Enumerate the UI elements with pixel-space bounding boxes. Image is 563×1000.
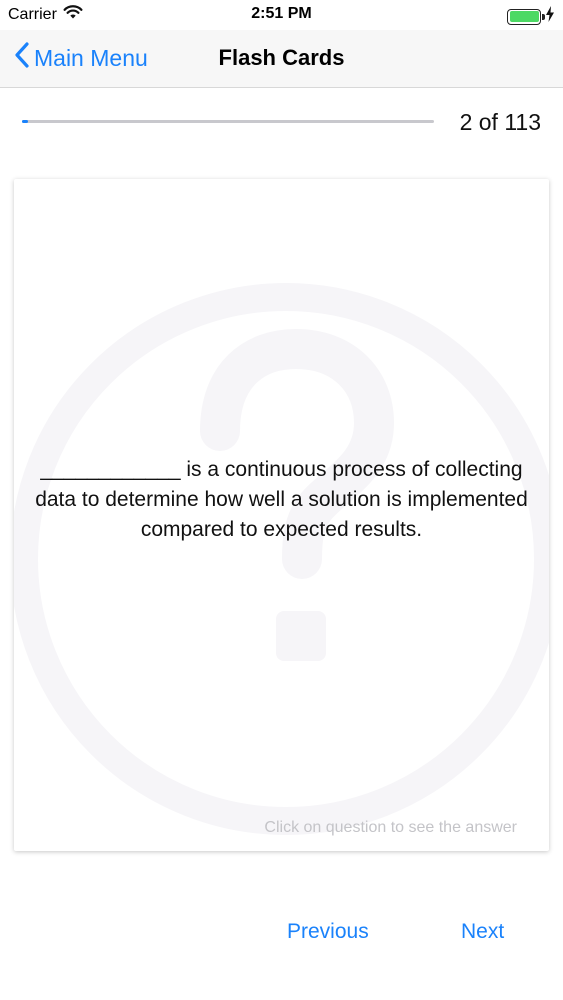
status-bar: Carrier 2:51 PM	[0, 0, 563, 30]
card-counter: 2 of 113	[459, 109, 541, 135]
flash-card[interactable]: ____________ is a continuous process of …	[14, 179, 549, 851]
card-hint: Click on question to see the answer	[264, 819, 517, 836]
progress-bar	[22, 120, 434, 123]
progress-bar-fill	[22, 120, 29, 123]
previous-button[interactable]: Previous	[287, 920, 369, 944]
navigation-bar: Main Menu Flash Cards	[0, 30, 563, 88]
card-question: ____________ is a continuous process of …	[35, 458, 528, 541]
progress-area: 2 of 113	[0, 88, 563, 158]
charging-bolt-icon	[545, 6, 555, 27]
page-title: Flash Cards	[218, 45, 345, 70]
card-navigation: Previous Next	[0, 900, 563, 960]
battery-icon	[507, 8, 545, 25]
status-right	[507, 6, 555, 27]
status-time: 2:51 PM	[251, 5, 312, 22]
next-button[interactable]: Next	[461, 920, 504, 944]
